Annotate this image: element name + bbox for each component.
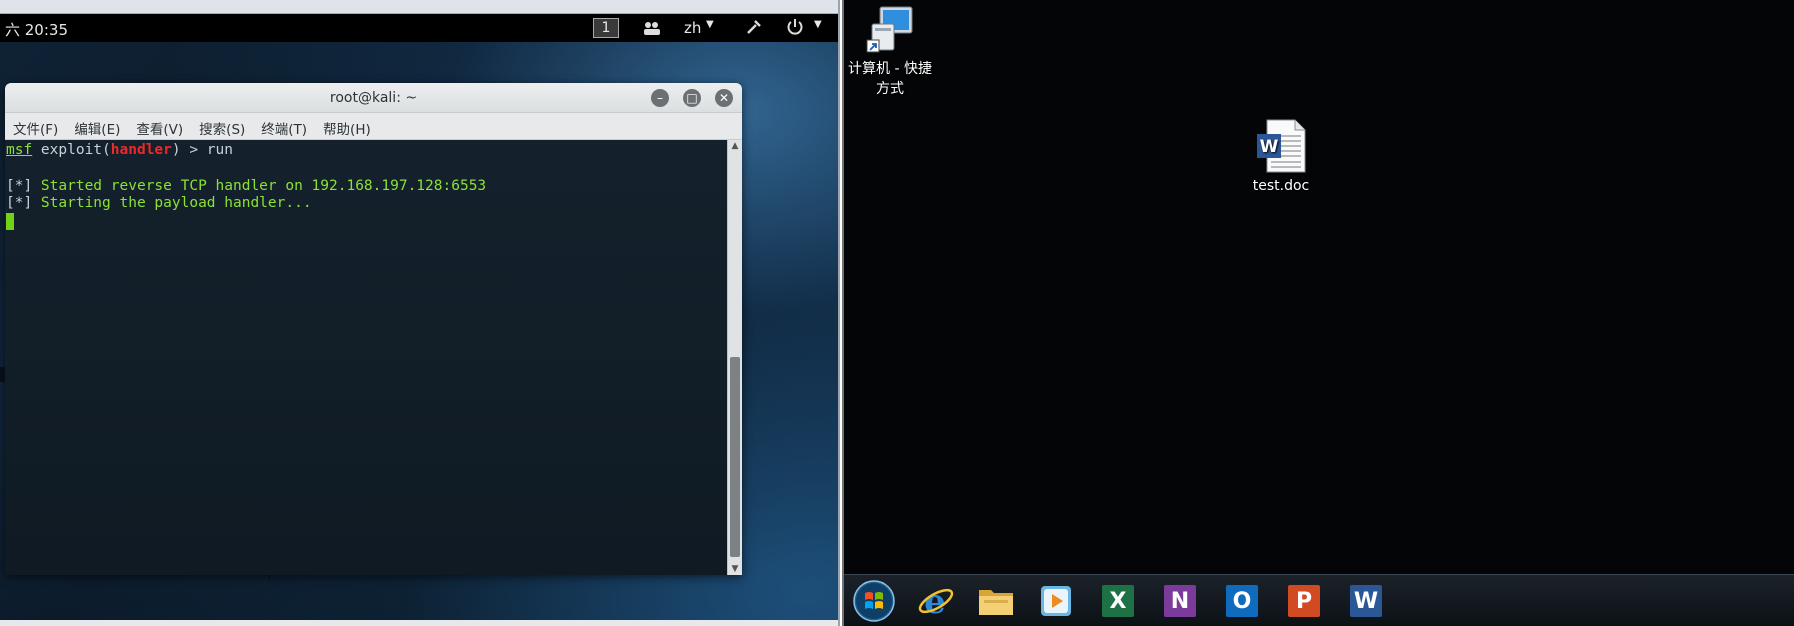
output-line: Starting the payload handler...: [32, 195, 312, 212]
outlook-letter: O: [1226, 585, 1258, 617]
vm-frame-bottom: [0, 620, 838, 626]
minimize-button[interactable]: –: [651, 89, 669, 107]
prompt-command: exploit(: [32, 142, 111, 158]
scrollbar-thumb[interactable]: [730, 357, 740, 557]
prompt-run: ) > run: [171, 142, 233, 158]
terminal-titlebar[interactable]: root@kali: ~ – □ ✕: [5, 83, 742, 113]
outlook-icon[interactable]: O: [1220, 581, 1264, 621]
desktop-icon-computer[interactable]: 计算机 - 快捷 方式: [844, 4, 938, 98]
people-icon[interactable]: [643, 20, 661, 40]
excel-letter: X: [1102, 585, 1134, 617]
tool-icon[interactable]: [745, 18, 763, 40]
onenote-icon[interactable]: N: [1158, 581, 1202, 621]
language-selector[interactable]: zh: [684, 19, 701, 37]
chevron-down-icon: ▼: [706, 19, 714, 30]
desktop-icon-label: test.doc: [1252, 178, 1310, 194]
windows-taskbar: e X N O P W: [844, 574, 1794, 626]
terminal-scrollbar[interactable]: ▲ ▼: [727, 140, 742, 575]
desktop-icon-test-doc[interactable]: W test.doc: [1236, 118, 1326, 194]
maximize-button[interactable]: □: [683, 89, 701, 107]
word-document-icon: W: [1257, 119, 1306, 173]
internet-explorer-icon[interactable]: e: [914, 581, 958, 621]
output-tag: [*]: [6, 195, 33, 212]
powerpoint-letter: P: [1288, 585, 1320, 617]
start-orb-icon[interactable]: [852, 580, 896, 622]
chevron-down-icon: ▼: [814, 19, 822, 30]
word-icon[interactable]: W: [1344, 581, 1388, 621]
desktop-icon-label: 方式: [876, 81, 904, 97]
scroll-down-icon[interactable]: ▼: [728, 564, 742, 574]
clock[interactable]: 六 20:35: [5, 19, 68, 40]
excel-icon[interactable]: X: [1096, 581, 1140, 621]
menu-edit[interactable]: 编辑(E): [74, 118, 120, 138]
output-line: Started reverse TCP handler on 192.168.1…: [32, 177, 487, 194]
output-tag: [*]: [6, 177, 33, 194]
onenote-letter: N: [1164, 585, 1196, 617]
menu-search[interactable]: 搜索(S): [199, 118, 245, 138]
window-title: root@kali: ~: [329, 90, 418, 106]
menu-view[interactable]: 查看(V): [136, 118, 183, 138]
scroll-up-icon[interactable]: ▲: [728, 141, 742, 151]
terminal-cursor: [6, 213, 14, 231]
menu-terminal[interactable]: 终端(T): [261, 118, 307, 138]
gnome-top-bar: 六 20:35 1 zh ▼ ▼: [0, 14, 838, 42]
terminal-screen[interactable]: msf exploit(handler) > run [*] Started r…: [5, 140, 727, 575]
svg-text:e: e: [924, 582, 946, 621]
computer-shortcut-icon: [866, 6, 913, 53]
prompt-module: handler: [110, 142, 172, 158]
file-explorer-icon[interactable]: [974, 581, 1018, 621]
menu-file[interactable]: 文件(F): [13, 118, 58, 138]
prompt-msf: msf: [6, 142, 33, 158]
menu-help[interactable]: 帮助(H): [323, 118, 371, 138]
close-button[interactable]: ✕: [715, 89, 733, 107]
powerpoint-icon[interactable]: P: [1282, 581, 1326, 621]
terminal-window[interactable]: root@kali: ~ – □ ✕ 文件(F) 编辑(E) 查看(V) 搜索(S) 终…: [5, 83, 742, 575]
terminal-menubar: 文件(F) 编辑(E) 查看(V) 搜索(S) 终端(T) 帮助(H): [5, 113, 742, 140]
power-icon[interactable]: [786, 17, 804, 41]
desktop-icon-label: 计算机 - 快捷: [848, 61, 932, 77]
word-letter: W: [1350, 585, 1382, 617]
kali-vm-window: 六 20:35 1 zh ▼ ▼ root@kali: ~ – □ ✕ 文件(F…: [0, 0, 840, 626]
windows-vm-window: 计算机 - 快捷 方式 W test.doc e X N O P W: [842, 0, 1794, 626]
vm-frame-top: [0, 0, 838, 14]
svg-text:W: W: [1260, 137, 1279, 157]
media-player-icon[interactable]: [1034, 581, 1078, 621]
workspace-indicator[interactable]: 1: [593, 18, 619, 38]
